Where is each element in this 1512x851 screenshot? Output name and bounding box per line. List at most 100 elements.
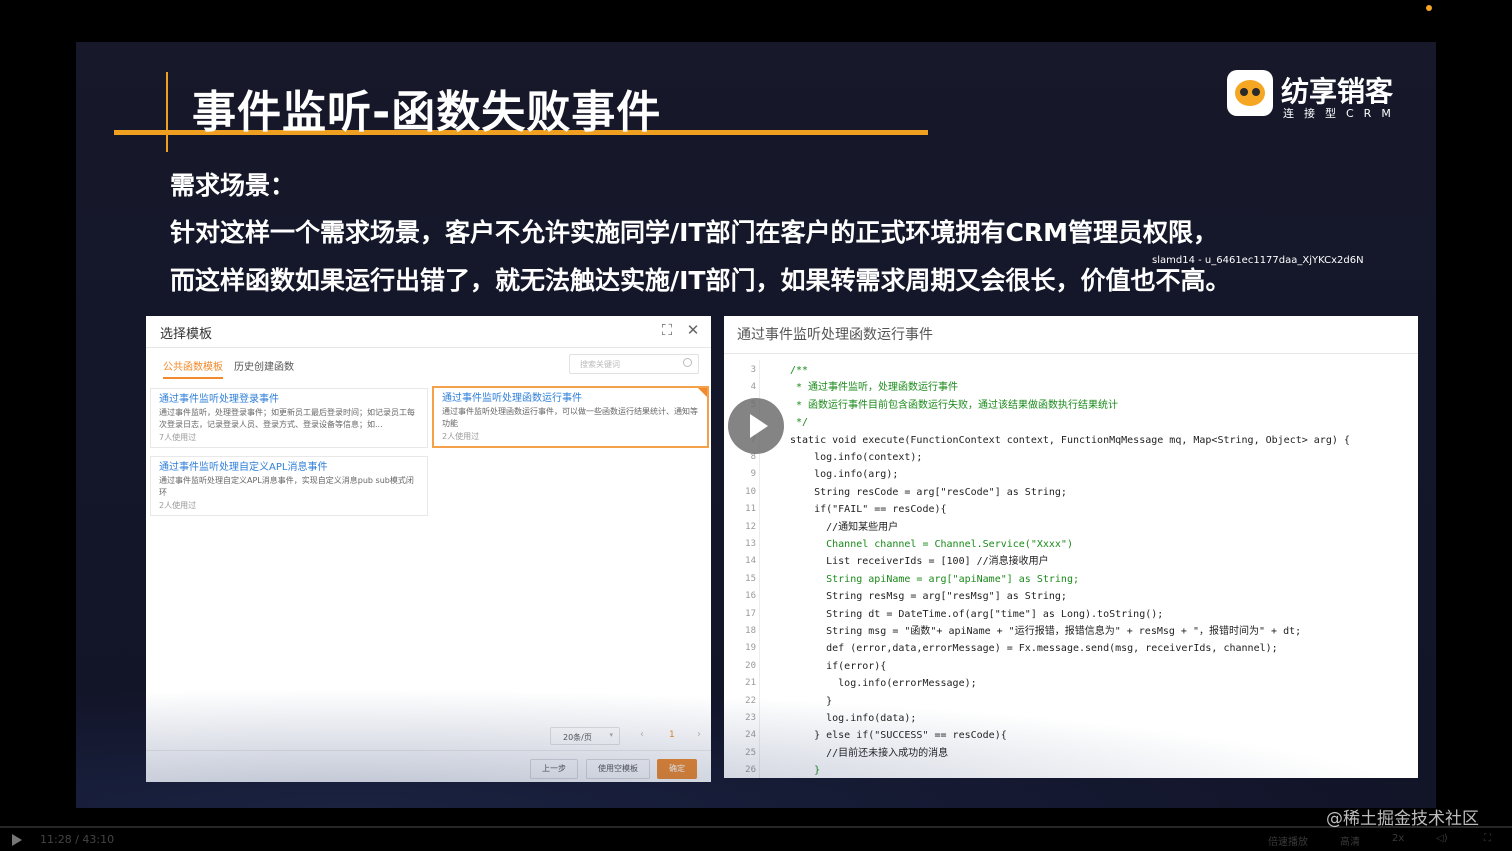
- template-usage: 2人使用过: [159, 501, 197, 510]
- line-number: 13: [745, 539, 756, 549]
- line-number: 11: [745, 504, 756, 515]
- code-title: 通过事件监听处理函数运行事件: [737, 327, 933, 343]
- code-line: * 通过事件监听，处理函数运行事件: [790, 382, 959, 394]
- template-usage: 7人使用过: [159, 433, 197, 442]
- requirement-line-1: 针对这样一个需求场景，客户不允许实施同学/IT部门在客户的正式环境拥有CRM管理…: [170, 218, 1218, 247]
- play-button[interactable]: [728, 398, 784, 454]
- code-line: //通知某些用户: [790, 521, 899, 533]
- line-number: 18: [745, 626, 756, 636]
- search-icon: [683, 358, 692, 367]
- fullscreen-icon[interactable]: ⛶: [658, 321, 676, 339]
- line-number: 19: [745, 643, 756, 654]
- template-card-function-run[interactable]: 通过事件监听处理函数运行事件 通过事件监听处理函数运行事件，可以做一些函数运行结…: [432, 386, 709, 448]
- code-line: if("FAIL" == resCode){: [790, 504, 947, 516]
- line-number: 4: [750, 382, 756, 393]
- template-title: 通过事件监听处理函数运行事件: [442, 393, 582, 404]
- player-time: 11:28 / 43:10: [40, 833, 115, 846]
- next-page-icon[interactable]: ›: [697, 729, 701, 740]
- code-line: log.info(context);: [790, 452, 923, 463]
- page-size-select[interactable]: 20条/页 ▾: [550, 727, 620, 745]
- line-number: 9: [750, 469, 756, 480]
- speed-button[interactable]: 倍速播放: [1268, 833, 1308, 848]
- template-usage: 2人使用过: [442, 432, 480, 441]
- title-accent-vertical: [166, 72, 168, 152]
- code-panel: 通过事件监听处理函数运行事件 3456789101112131415161718…: [724, 316, 1418, 778]
- dialog-header: 选择模板 ⛶ ✕: [146, 316, 711, 348]
- code-line: String resMsg = arg["resMsg"] as String;: [790, 591, 1067, 603]
- code-line: String apiName = arg["apiName"] as Strin…: [790, 573, 1079, 585]
- code-line: static void execute(FunctionContext cont…: [790, 434, 1350, 446]
- search-input[interactable]: 搜索关键词: [569, 354, 699, 374]
- blank-template-button[interactable]: 使用空模板: [586, 759, 650, 779]
- template-desc: 通过事件监听处理自定义APL消息事件，实现自定义消息pub sub模式闭环: [159, 476, 414, 497]
- template-card-login[interactable]: 通过事件监听处理登录事件 通过事件监听，处理登录事件；如更新员工最后登录时间；如…: [150, 388, 428, 448]
- template-title: 通过事件监听处理登录事件: [159, 394, 279, 405]
- dialog-footer: 上一步 使用空模板 确定: [146, 750, 711, 782]
- mascot-icon: [1227, 70, 1273, 116]
- code-header: 通过事件监听处理函数运行事件: [724, 316, 1418, 354]
- close-icon[interactable]: ✕: [684, 321, 702, 339]
- line-number: 21: [745, 678, 756, 689]
- player-controls: 11:28 / 43:10 倍速播放 高清 2x ◁) ⛶: [0, 828, 1512, 851]
- code-line: List receiverIds = [100] //消息接收用户: [790, 556, 1049, 568]
- logo-subtitle: 连接型CRM: [1283, 107, 1401, 120]
- code-line: String msg = "函数"+ apiName + "运行报错，报错信息为…: [790, 626, 1302, 637]
- template-card-apl-message[interactable]: 通过事件监听处理自定义APL消息事件 通过事件监听处理自定义APL消息事件，实现…: [150, 456, 428, 516]
- search-placeholder: 搜索关键词: [580, 360, 620, 369]
- tab-history-functions[interactable]: 历史创建函数: [234, 358, 294, 373]
- code-line: String dt = DateTime.of(arg["time"] as L…: [790, 608, 1164, 620]
- line-number: 20: [745, 660, 756, 671]
- page-number[interactable]: 1: [669, 730, 675, 740]
- code-line: }: [790, 695, 833, 707]
- template-title: 通过事件监听处理自定义APL消息事件: [159, 462, 328, 473]
- tab-public-templates[interactable]: 公共函数模板: [163, 358, 223, 379]
- recording-dot: [1426, 5, 1432, 11]
- line-number: 12: [745, 521, 756, 532]
- play-icon: [750, 414, 768, 438]
- code-line: * 函数运行事件目前包含函数运行失败，通过该结果做函数执行结果统计: [790, 399, 1119, 411]
- line-number: 23: [745, 713, 756, 723]
- requirement-heading: 需求场景：: [170, 171, 296, 200]
- line-number: 22: [745, 695, 756, 706]
- line-number: 3: [750, 365, 756, 375]
- prev-step-button[interactable]: 上一步: [530, 759, 578, 779]
- code-line: Channel channel = Channel.Service("Xxxx"…: [790, 539, 1073, 550]
- code-line: def (error,data,errorMessage) = Fx.messa…: [790, 643, 1278, 655]
- template-desc: 通过事件监听，处理登录事件；如更新员工最后登录时间；如记录员工每次登录日志，记录…: [159, 408, 415, 429]
- code-line: if(error){: [790, 660, 887, 672]
- template-dialog: 选择模板 ⛶ ✕ 公共函数模板 历史创建函数 搜索关键词 通过事件监听处理登录事…: [146, 316, 711, 782]
- line-number: 17: [745, 608, 756, 619]
- code-line: log.info(data);: [790, 713, 917, 724]
- code-line: //目前还未接入成功的消息: [790, 747, 949, 759]
- code-line: String resCode = arg["resCode"] as Strin…: [790, 486, 1067, 498]
- line-number: 14: [745, 556, 756, 567]
- prev-page-icon[interactable]: ‹: [640, 729, 644, 740]
- player-play-icon[interactable]: [12, 834, 22, 846]
- code-line: log.info(arg);: [790, 469, 899, 481]
- logo-name: 纺享销客: [1281, 75, 1394, 108]
- line-number: 15: [745, 573, 756, 584]
- requirement-line-2: 而这样函数如果运行出错了，就无法触达实施/IT部门，如果转需求周期又会很长，价值…: [170, 266, 1231, 295]
- code-editor[interactable]: 3456789101112131415161718192021222324252…: [724, 360, 1418, 778]
- code-line: */: [790, 417, 809, 429]
- rate-button[interactable]: 2x: [1392, 833, 1404, 844]
- chevron-down-icon: ▾: [609, 731, 613, 739]
- line-number: 26: [745, 765, 756, 776]
- code-line: log.info(errorMessage);: [790, 678, 977, 690]
- quality-button[interactable]: 高清: [1340, 833, 1360, 848]
- line-number: 16: [745, 591, 756, 602]
- code-line: /**: [790, 365, 809, 376]
- confirm-button[interactable]: 确定: [657, 759, 697, 779]
- dialog-title: 选择模板: [160, 327, 213, 342]
- line-number: 24: [745, 730, 756, 741]
- brand-logo: 纺享销客 连接型CRM: [1227, 70, 1427, 120]
- code-line: }: [790, 765, 821, 777]
- line-number: 10: [745, 486, 756, 497]
- volume-icon[interactable]: ◁): [1436, 833, 1448, 844]
- page-size-value: 20条/页: [563, 733, 592, 742]
- fullscreen-player-icon[interactable]: ⛶: [1484, 833, 1491, 844]
- code-line: } else if("SUCCESS" == resCode){: [790, 730, 1007, 742]
- line-number: 25: [745, 747, 756, 758]
- user-watermark: slamd14 - u_6461ec1177daa_XjYKCx2d6N: [1152, 255, 1364, 266]
- template-desc: 通过事件监听处理函数运行事件，可以做一些函数运行结果统计、通知等功能: [442, 407, 698, 428]
